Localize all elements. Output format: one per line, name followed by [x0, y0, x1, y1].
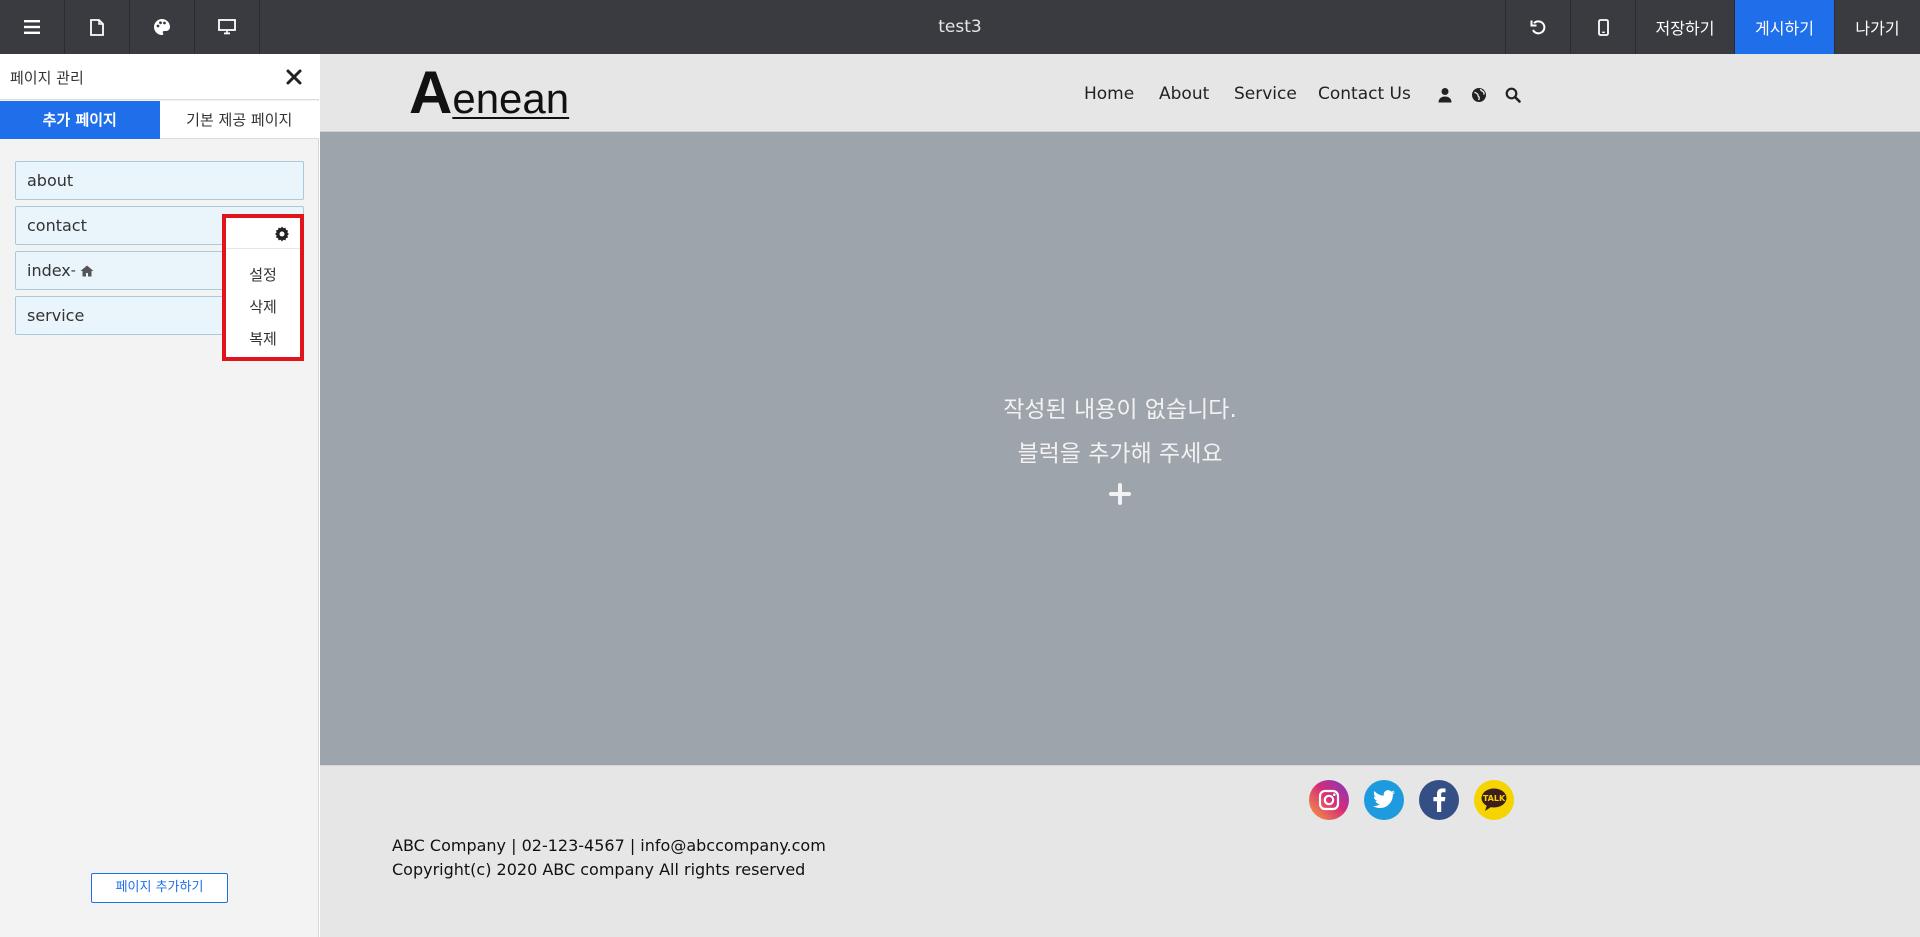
instagram-icon[interactable]	[1309, 780, 1349, 820]
kakaotalk-icon[interactable]: TALK	[1474, 780, 1514, 820]
page-manager-button[interactable]	[65, 0, 130, 54]
save-label: 저장하기	[1655, 19, 1715, 38]
footer-contact: ABC Company | 02-123-4567 | info@abccomp…	[392, 836, 826, 855]
tab-added-pages[interactable]: 추가 페이지	[0, 101, 160, 139]
page-item-label: service	[27, 306, 85, 325]
save-button[interactable]: 저장하기	[1635, 0, 1734, 54]
site-footer: ABC Company | 02-123-4567 | info@abccomp…	[320, 765, 1920, 937]
page-manager-panel: 페이지 관리 추가 페이지 기본 제공 페이지 about contact in…	[0, 54, 319, 937]
undo-icon	[1530, 19, 1545, 34]
site-preview: Aenean Home About Service Contact Us 작성된…	[320, 54, 1920, 937]
page-item-label: index	[27, 261, 71, 280]
facebook-glyph	[1433, 788, 1446, 812]
globe-icon[interactable]	[1471, 87, 1487, 103]
menu-button[interactable]	[0, 0, 65, 54]
mobile-icon	[1597, 18, 1609, 36]
add-page-button[interactable]: 페이지 추가하기	[91, 873, 228, 903]
empty-content-area: 작성된 내용이 없습니다. 블럭을 추가해 주세요	[320, 132, 1920, 765]
monitor-icon	[218, 19, 236, 35]
instagram-glyph	[1318, 789, 1340, 811]
close-icon[interactable]	[285, 68, 303, 86]
undo-button[interactable]	[1505, 0, 1570, 54]
empty-hint: 블럭을 추가해 주세요	[1017, 441, 1223, 467]
page-item-index-name: index -	[27, 261, 94, 280]
menu-item-duplicate[interactable]: 복제	[226, 328, 300, 349]
publish-button[interactable]: 게시하기	[1734, 0, 1834, 54]
talk-label: TALK	[1482, 794, 1506, 803]
publish-label: 게시하기	[1755, 19, 1814, 38]
search-icon[interactable]	[1505, 87, 1521, 103]
top-toolbar: test3 저장하기 게시하기 나가기	[0, 0, 1920, 54]
twitter-icon[interactable]	[1364, 780, 1404, 820]
menu-item-delete[interactable]: 삭제	[226, 296, 300, 317]
theme-button[interactable]	[130, 0, 195, 54]
page-item-about[interactable]: about	[15, 161, 304, 200]
panel-header: 페이지 관리	[0, 54, 319, 100]
panel-tabs: 추가 페이지 기본 제공 페이지	[0, 101, 319, 139]
facebook-icon[interactable]	[1419, 780, 1459, 820]
exit-button[interactable]: 나가기	[1834, 0, 1920, 54]
user-icon[interactable]	[1437, 87, 1453, 103]
nav-about[interactable]: About	[1159, 84, 1209, 104]
page-item-label: contact	[27, 216, 87, 235]
footer-copyright: Copyright(c) 2020 ABC company All rights…	[392, 860, 806, 879]
menu-divider	[226, 248, 300, 249]
add-block-icon[interactable]	[1109, 483, 1131, 505]
exit-label: 나가기	[1855, 19, 1900, 38]
menu-item-settings[interactable]: 설정	[226, 264, 300, 285]
page-item-suffix: -	[70, 262, 76, 279]
panel-title: 페이지 관리	[10, 69, 84, 87]
mobile-view-button[interactable]	[1570, 0, 1635, 54]
twitter-glyph	[1373, 790, 1395, 808]
empty-message: 작성된 내용이 없습니다.	[1003, 397, 1237, 423]
nav-service[interactable]: Service	[1234, 84, 1297, 104]
palette-icon	[154, 19, 170, 35]
document-icon	[90, 18, 104, 36]
nav-contact-us[interactable]: Contact Us	[1318, 84, 1411, 104]
page-context-menu: 설정 삭제 복제	[222, 214, 304, 361]
site-nav: Home About Service Contact Us	[320, 84, 1920, 108]
tab-default-pages[interactable]: 기본 제공 페이지	[159, 101, 319, 139]
page-item-label: about	[27, 171, 74, 190]
gear-icon[interactable]	[274, 226, 290, 242]
desktop-view-button[interactable]	[195, 0, 260, 54]
hamburger-icon	[24, 20, 40, 34]
site-header: Aenean Home About Service Contact Us	[320, 54, 1920, 132]
nav-home[interactable]: Home	[1084, 84, 1134, 104]
home-icon	[80, 265, 94, 276]
